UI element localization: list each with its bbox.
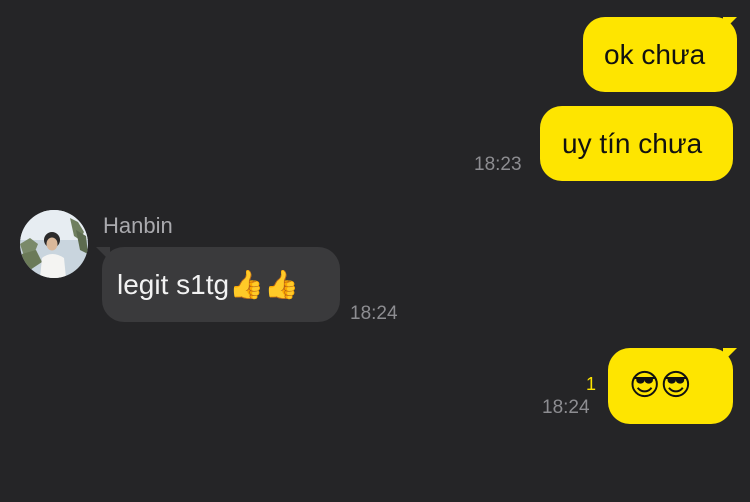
message-bubble-outgoing[interactable]: uy tín chưa <box>540 106 733 181</box>
unread-count: 1 <box>586 374 597 394</box>
message-bubble-incoming[interactable]: legit s1tg 👍👍 <box>102 247 340 322</box>
message-bubble-outgoing[interactable]: ok chưa <box>583 17 737 92</box>
avatar[interactable] <box>20 210 88 278</box>
message-bubble-outgoing[interactable]: 😎😎 <box>608 348 733 424</box>
bubble-tail <box>96 247 110 261</box>
message-text: uy tín chưa <box>562 127 703 159</box>
thumbs-up-emoji: 👍👍 <box>229 268 299 301</box>
message-timestamp: 18:23 <box>474 154 522 175</box>
message-timestamp: 18:24 <box>542 397 590 418</box>
message-timestamp: 18:24 <box>350 303 398 324</box>
message-text: legit s1tg <box>117 268 230 300</box>
avatar-photo-icon <box>20 210 88 278</box>
bubble-tail <box>723 348 737 362</box>
sender-name: Hanbin <box>103 213 173 238</box>
bubble-tail <box>723 17 737 31</box>
message-text: ok chưa <box>604 38 706 70</box>
sunglasses-emoji: 😎😎 <box>629 368 692 403</box>
